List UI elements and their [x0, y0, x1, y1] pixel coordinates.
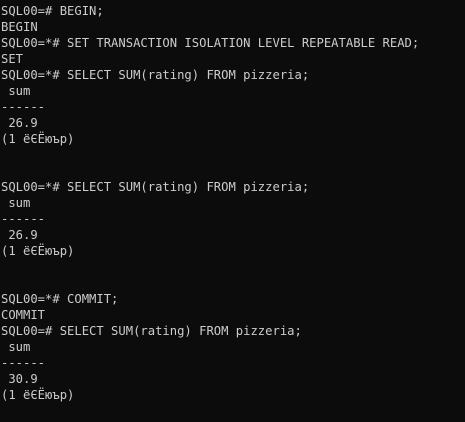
prompt-commit: SQL00=*# COMMIT;: [1, 292, 119, 306]
prompt-select-2: SQL00=*# SELECT SUM(rating) FROM pizzeri…: [1, 180, 310, 194]
row-count-3: (1 ёЄЁюър): [1, 388, 75, 402]
output-set: SET: [1, 52, 24, 66]
prompt-select-3: SQL00=# SELECT SUM(rating) FROM pizzeria…: [1, 324, 302, 338]
prompt-select-1: SQL00=*# SELECT SUM(rating) FROM pizzeri…: [1, 68, 310, 82]
prompt-set-isolation: SQL00=*# SET TRANSACTION ISOLATION LEVEL…: [1, 36, 420, 50]
result-value-3: 30.9: [1, 372, 38, 386]
row-count-1: (1 ёЄЁюър): [1, 132, 75, 146]
terminal-output[interactable]: SQL00=# BEGIN; BEGIN SQL00=*# SET TRANSA…: [0, 0, 465, 422]
result-separator-1: ------: [1, 100, 46, 114]
result-value-1: 26.9: [1, 116, 38, 130]
result-header-2: sum: [1, 196, 31, 210]
result-separator-2: ------: [1, 212, 46, 226]
result-value-2: 26.9: [1, 228, 38, 242]
output-begin: BEGIN: [1, 20, 38, 34]
row-count-2: (1 ёЄЁюър): [1, 244, 75, 258]
prompt-begin: SQL00=# BEGIN;: [1, 4, 104, 18]
result-header-3: sum: [1, 340, 31, 354]
result-header-1: sum: [1, 84, 31, 98]
result-separator-3: ------: [1, 356, 46, 370]
output-commit: COMMIT: [1, 308, 46, 322]
